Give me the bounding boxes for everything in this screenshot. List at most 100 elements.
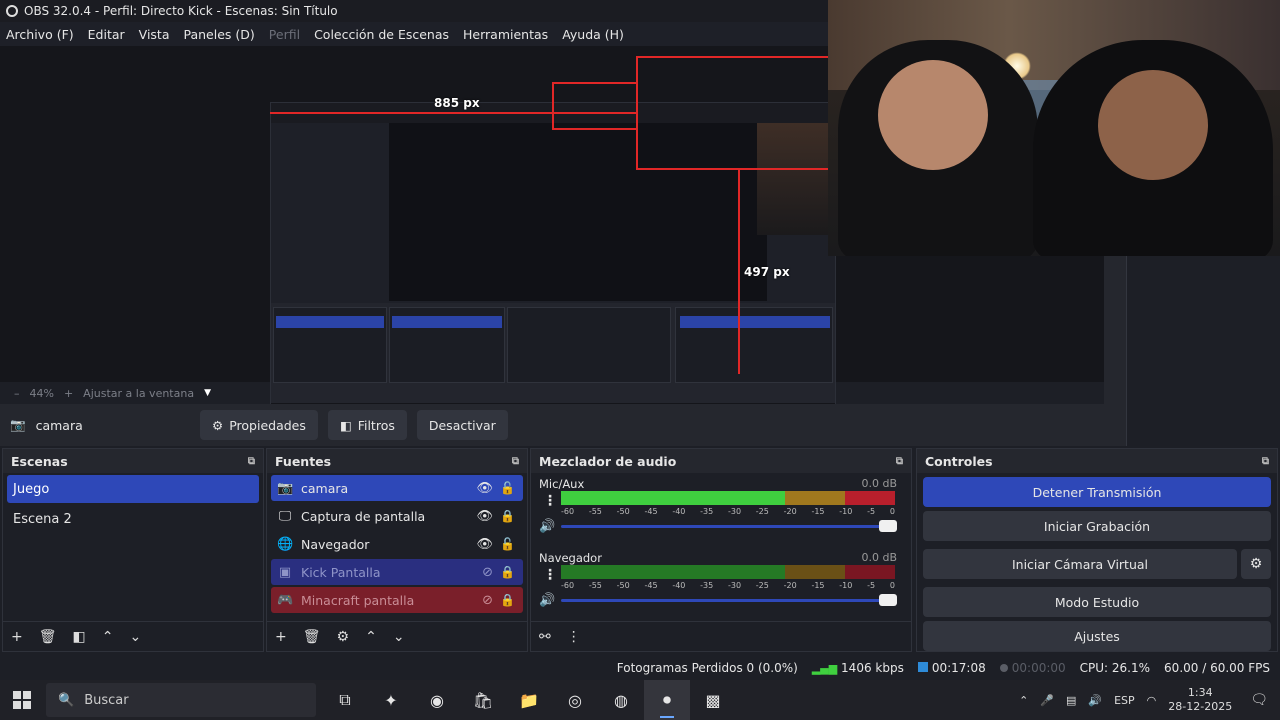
kebab-menu-icon[interactable]: ⋮ [567, 629, 581, 645]
mixer-channel-mic: Mic/Aux 0.0 dB ⋮ -60 -55 -50 -45 -40 -35 -30 -2… [539, 477, 903, 545]
properties-button[interactable]: ⚙ Propiedades [200, 410, 318, 440]
zoom-minus-icon[interactable]: – [14, 387, 20, 400]
eye-icon[interactable]: 👁 [476, 509, 493, 524]
camera-source[interactable] [828, 0, 1280, 256]
wifi-icon[interactable]: ◠ [1147, 694, 1157, 707]
language-indicator[interactable]: ESP [1114, 694, 1135, 707]
speaker-icon[interactable]: 🔊 [539, 593, 555, 608]
arrow-down-icon[interactable]: ⌄ [129, 629, 141, 645]
lock-icon[interactable]: 🔒 [500, 565, 515, 579]
lock-icon[interactable]: 🔒 [500, 509, 515, 523]
menu-archivo[interactable]: Archivo (F) [6, 27, 74, 42]
microphone-icon[interactable]: 🎤 [1040, 694, 1054, 707]
slider-handle[interactable] [879, 594, 897, 606]
menu-paneles[interactable]: Paneles (D) [184, 27, 255, 42]
source-item-camara[interactable]: 📷 camara 👁 🔓 [271, 475, 523, 501]
clock-date: 28-12-2025 [1168, 700, 1233, 713]
live-icon [917, 662, 928, 672]
studio-mode-button[interactable]: Modo Estudio [923, 587, 1271, 617]
chevron-down-icon[interactable]: ▼ [204, 388, 211, 398]
arrow-up-icon[interactable]: ⌃ [102, 629, 114, 645]
rec-group: 00:00:00 [999, 661, 1066, 675]
clock[interactable]: 1:34 28-12-2025 [1168, 686, 1232, 714]
filter-icon[interactable]: ◧ [73, 629, 86, 645]
tick: -20 [783, 581, 797, 590]
undock-icon[interactable]: ⧉ [248, 456, 255, 467]
volume-slider[interactable] [561, 594, 897, 606]
trash-icon[interactable]: 🗑 [303, 629, 321, 645]
menu-coleccion-escenas[interactable]: Colección de Escenas [314, 27, 449, 42]
eye-icon[interactable]: 👁 [476, 481, 493, 496]
windows-start-icon[interactable] [0, 680, 44, 720]
source-item-minacraft-pantalla[interactable]: 🎮 Minacraft pantalla ⊘ 🔒 [271, 587, 523, 613]
menu-herramientas[interactable]: Herramientas [463, 27, 548, 42]
volume-slider[interactable] [561, 520, 897, 532]
undock-icon[interactable]: ⧉ [896, 456, 903, 467]
taskbar-search[interactable]: 🔍 Buscar [46, 683, 316, 717]
source-toolbar: 📷 camara ⚙ Propiedades ◧ Filtros Desacti… [0, 404, 1120, 446]
channel-name: Mic/Aux [539, 477, 585, 491]
add-icon[interactable]: + [275, 629, 287, 645]
store-icon[interactable]: 🛍 [460, 680, 506, 720]
copilot-icon[interactable]: ✦ [368, 680, 414, 720]
zoom-fit-label[interactable]: Ajustar a la ventana [83, 387, 194, 400]
slider-handle[interactable] [879, 520, 897, 532]
person-left-face [878, 60, 988, 170]
link-icon[interactable]: ⚯ [539, 629, 551, 645]
tick: -5 [867, 581, 876, 590]
source-item-captura-pantalla[interactable]: 🖵 Captura de pantalla 👁 🔒 [271, 503, 523, 529]
menu-perfil[interactable]: Perfil [269, 27, 300, 42]
stop-stream-button[interactable]: Detener Transmisión [923, 477, 1271, 507]
kebab-menu-icon[interactable]: ⋮ [543, 493, 557, 509]
unlock-icon[interactable]: 🔓 [500, 481, 515, 495]
add-icon[interactable]: + [11, 629, 23, 645]
chevron-up-icon[interactable]: ⌃ [1019, 694, 1028, 707]
system-tray: ⌃ 🎤 ▤ 🔊 ESP ◠ 1:34 28-12-2025 🗨 [1019, 686, 1280, 714]
start-virtual-camera-button[interactable]: Iniciar Cámara Virtual [923, 549, 1237, 579]
eye-icon[interactable]: 👁 [476, 537, 493, 552]
menu-ayuda[interactable]: Ayuda (H) [562, 27, 624, 42]
unlock-icon[interactable]: 🔓 [500, 537, 515, 551]
arrow-down-icon[interactable]: ⌄ [393, 629, 405, 645]
scenes-dock: Escenas ⧉ Juego Escena 2 + 🗑 ◧ ⌃ ⌄ [2, 448, 264, 652]
chrome-profile-icon[interactable]: ◍ [598, 680, 644, 720]
tick: -55 [588, 507, 602, 516]
lock-icon[interactable]: 🔒 [500, 593, 515, 607]
source-label: Kick Pantalla [301, 564, 381, 580]
trash-icon[interactable]: 🗑 [39, 629, 57, 645]
edge-icon[interactable]: ◉ [414, 680, 460, 720]
obs-taskbar-icon[interactable]: ⏺ [644, 680, 690, 720]
undock-icon[interactable]: ⧉ [1262, 456, 1269, 467]
notification-icon[interactable]: 🗨 [1250, 692, 1268, 708]
menu-editar[interactable]: Editar [88, 27, 125, 42]
tick: -60 [561, 581, 575, 590]
dropped-frames: Fotogramas Perdidos 0 (0.0%) [616, 661, 798, 675]
kebab-menu-icon[interactable]: ⋮ [543, 567, 557, 583]
chrome-icon[interactable]: ◎ [552, 680, 598, 720]
network-icon[interactable]: ▤ [1066, 694, 1076, 707]
eye-hidden-icon[interactable]: ⊘ [482, 565, 493, 580]
screen-capture-source[interactable] [270, 102, 836, 422]
source-item-kick-pantalla[interactable]: ▣ Kick Pantalla ⊘ 🔒 [271, 559, 523, 585]
filters-button[interactable]: ◧ Filtros [327, 410, 407, 440]
arrow-up-icon[interactable]: ⌃ [365, 629, 377, 645]
eye-hidden-icon[interactable]: ⊘ [482, 593, 493, 608]
zoom-plus-icon[interactable]: + [64, 387, 73, 400]
tick: -45 [644, 507, 658, 516]
file-explorer-icon[interactable]: 📁 [506, 680, 552, 720]
speaker-icon[interactable]: 🔊 [539, 519, 555, 534]
task-view-icon[interactable]: ⧉ [322, 680, 368, 720]
start-recording-button[interactable]: Iniciar Grabación [923, 511, 1271, 541]
minecraft-icon[interactable]: ▩ [690, 680, 736, 720]
settings-button[interactable]: Ajustes [923, 621, 1271, 651]
deactivate-button[interactable]: Desactivar [416, 410, 508, 440]
speaker-icon[interactable]: 🔊 [1088, 694, 1102, 707]
source-item-navegador[interactable]: 🌐 Navegador 👁 🔓 [271, 531, 523, 557]
gear-icon[interactable]: ⚙ [337, 629, 350, 645]
menu-vista[interactable]: Vista [139, 27, 170, 42]
undock-icon[interactable]: ⧉ [512, 456, 519, 467]
source-label: camara [301, 480, 349, 496]
scene-item-juego[interactable]: Juego [7, 475, 259, 503]
scene-item-escena-2[interactable]: Escena 2 [7, 505, 259, 533]
gear-icon[interactable]: ⚙ [1241, 549, 1271, 579]
